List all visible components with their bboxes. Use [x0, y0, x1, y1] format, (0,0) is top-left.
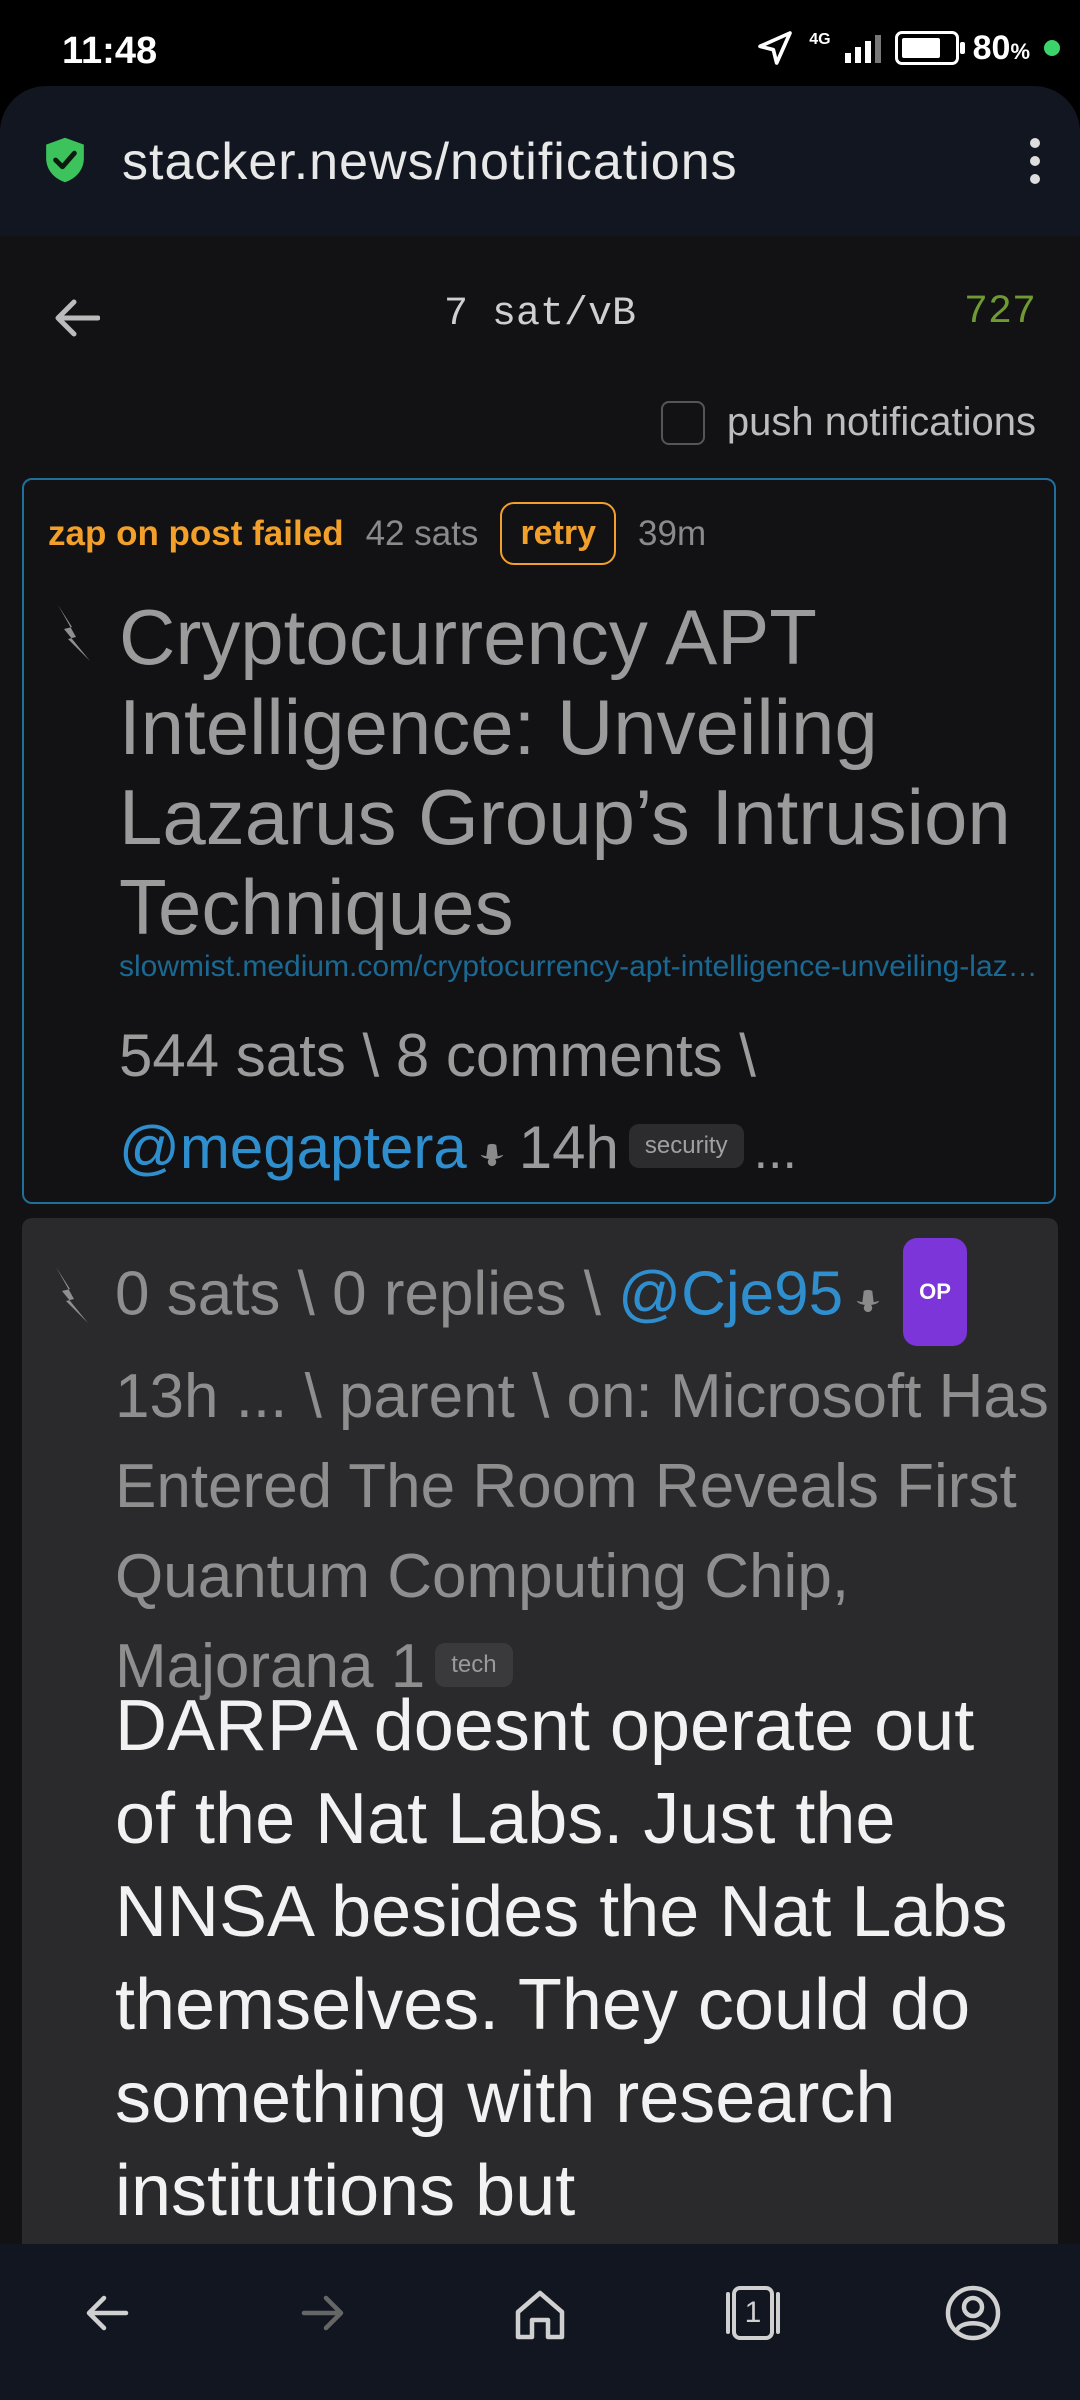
battery-icon	[894, 31, 965, 65]
push-notifications-toggle[interactable]: push notifications	[660, 400, 1036, 445]
tabs-button[interactable]: 1	[720, 2284, 786, 2342]
privacy-indicator-dot	[1044, 40, 1060, 56]
notification-header: zap on post failed 42 sats retry 39m	[48, 502, 706, 565]
reply-count[interactable]: 0 replies	[332, 1259, 566, 1328]
notification-age: 39m	[638, 513, 707, 553]
cowboy-hat-icon	[856, 1289, 880, 1313]
zap-bolt-icon[interactable]	[44, 1262, 92, 1328]
browser-window: stacker.news/notifications 7 sat/vB 727 …	[0, 86, 1080, 2400]
signal-icon	[844, 33, 881, 63]
more-menu[interactable]: ...	[236, 1362, 288, 1431]
block-height[interactable]: 727	[964, 290, 1036, 335]
post-meta: 544 sats \ 8 comments \ @megaptera 14h sec…	[119, 1010, 1039, 1197]
status-icons: 4G 80%	[755, 28, 1060, 68]
separator: \	[722, 1022, 756, 1089]
web-page: 7 sat/vB 727 push notifications zap on p…	[0, 236, 1080, 2330]
shield-check-icon[interactable]	[44, 136, 86, 184]
push-notifications-checkbox[interactable]	[660, 400, 705, 445]
notification-zap-failed[interactable]: zap on post failed 42 sats retry 39m Cry…	[22, 478, 1056, 1204]
zap-amount: 42 sats	[365, 513, 479, 553]
post-time[interactable]: 14h	[519, 1114, 619, 1181]
parent-link[interactable]: \ parent \	[287, 1362, 566, 1431]
top-nav: 7 sat/vB 727	[0, 236, 1080, 386]
status-bar: 11:48 4G 80%	[0, 0, 1080, 86]
post-comments[interactable]: 8 comments	[396, 1022, 723, 1089]
retry-button[interactable]: retry	[500, 502, 617, 565]
address-bar[interactable]: stacker.news/notifications	[0, 86, 1080, 236]
post-author[interactable]: @megaptera	[119, 1114, 467, 1181]
post-sats: 544 sats	[119, 1022, 346, 1089]
nav-forward-icon[interactable]	[298, 2288, 348, 2338]
more-menu[interactable]: ...	[754, 1122, 797, 1180]
nav-back-icon[interactable]	[82, 2288, 132, 2338]
home-icon[interactable]	[512, 2288, 568, 2342]
sub-tag[interactable]: security	[628, 1124, 744, 1169]
op-badge: OP	[903, 1238, 967, 1346]
post-link[interactable]: slowmist.medium.com/cryptocurrency-apt-i…	[119, 950, 1039, 984]
more-options-icon[interactable]	[1030, 138, 1040, 184]
separator: \	[566, 1259, 619, 1329]
fee-rate[interactable]: 7 sat/vB	[0, 292, 1080, 337]
cowboy-hat-icon	[480, 1144, 504, 1167]
battery-percent: 80%	[972, 28, 1030, 67]
tab-count: 1	[744, 2296, 762, 2329]
notification-status: zap on post failed	[48, 513, 344, 553]
account-icon[interactable]	[944, 2284, 1002, 2342]
reply-sats: 0 sats	[115, 1259, 281, 1329]
reply-author[interactable]: @Cje95	[618, 1259, 843, 1328]
post-title[interactable]: Cryptocurrency APT Intelligence: Unveili…	[119, 592, 1039, 952]
push-notifications-label: push notifications	[726, 400, 1036, 444]
location-icon	[758, 31, 793, 65]
notification-reply[interactable]: 0 sats \ 0 replies \ @Cje95 OP 13h ... \ …	[22, 1218, 1058, 2330]
reply-time[interactable]: 13h	[115, 1362, 218, 1431]
reply-body[interactable]: DARPA doesnt operate out of the Nat Labs…	[115, 1680, 1045, 2238]
browser-bottom-bar: 1	[0, 2244, 1080, 2400]
url-text[interactable]: stacker.news/notifications	[122, 132, 738, 192]
separator: \	[280, 1259, 333, 1329]
network-type: 4G	[809, 31, 831, 48]
clock: 11:48	[62, 30, 158, 72]
zap-bolt-icon[interactable]	[46, 600, 94, 666]
separator: \	[345, 1022, 396, 1089]
reply-meta: 0 sats \ 0 replies \ @Cje95 OP 13h ... \ …	[115, 1238, 1055, 1712]
